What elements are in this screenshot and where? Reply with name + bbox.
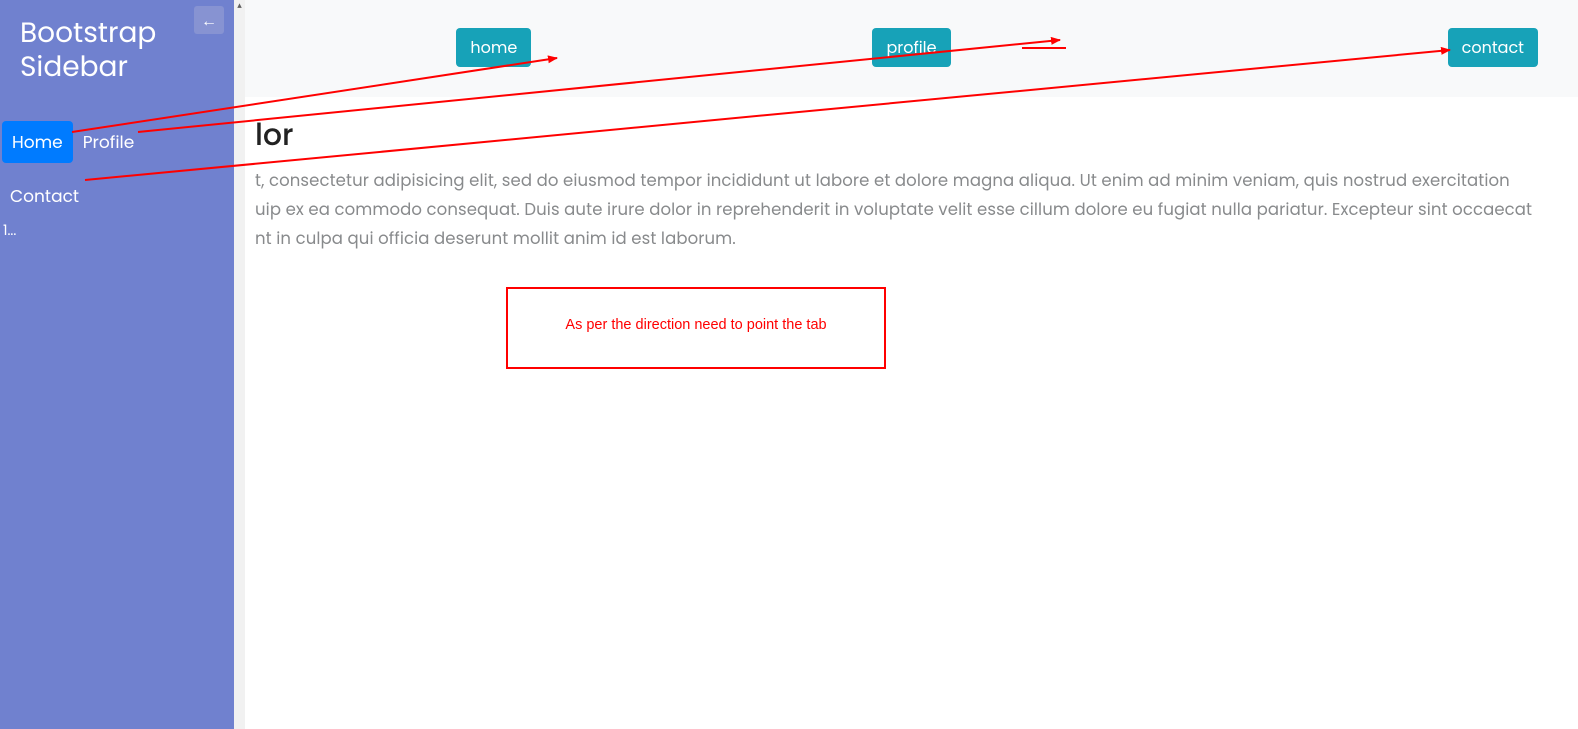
sidebar: ← Bootstrap Sidebar Home Profile Contact… (0, 0, 234, 729)
annotation-text: As per the direction need to point the t… (565, 317, 826, 333)
sidebar-item-profile[interactable]: Profile (73, 121, 145, 163)
body-line-2: uip ex ea commodo consequat. Duis aute i… (255, 198, 1532, 221)
scrollbar-vertical[interactable]: ▴ (234, 0, 245, 729)
body-line-3: nt in culpa qui officia deserunt mollit … (255, 227, 736, 250)
sidebar-item-home[interactable]: Home (2, 121, 73, 163)
arrow-left-icon: ← (201, 8, 217, 33)
sidebar-collapse-button[interactable]: ← (194, 6, 224, 34)
content-heading: lor (255, 117, 1568, 153)
sidebar-nav: Home Profile Contact (0, 121, 234, 217)
scrollbar-up-icon: ▴ (234, 0, 245, 12)
main-content-area: home profile contact lor t, consectetur … (245, 0, 1578, 729)
sidebar-item-contact[interactable]: Contact (0, 175, 234, 217)
content-paragraph: t, consectetur adipisicing elit, sed do … (255, 167, 1568, 254)
sidebar-footer-marker: 1... (3, 220, 16, 729)
nav-contact-button[interactable]: contact (1448, 28, 1538, 67)
nav-profile-button[interactable]: profile (872, 28, 950, 67)
top-navbar: home profile contact (245, 0, 1578, 97)
body-line-1: t, consectetur adipisicing elit, sed do … (255, 169, 1510, 192)
nav-home-button[interactable]: home (456, 28, 531, 67)
annotation-callout-box: As per the direction need to point the t… (506, 287, 886, 369)
tab-content-home: lor t, consectetur adipisicing elit, sed… (245, 97, 1578, 274)
